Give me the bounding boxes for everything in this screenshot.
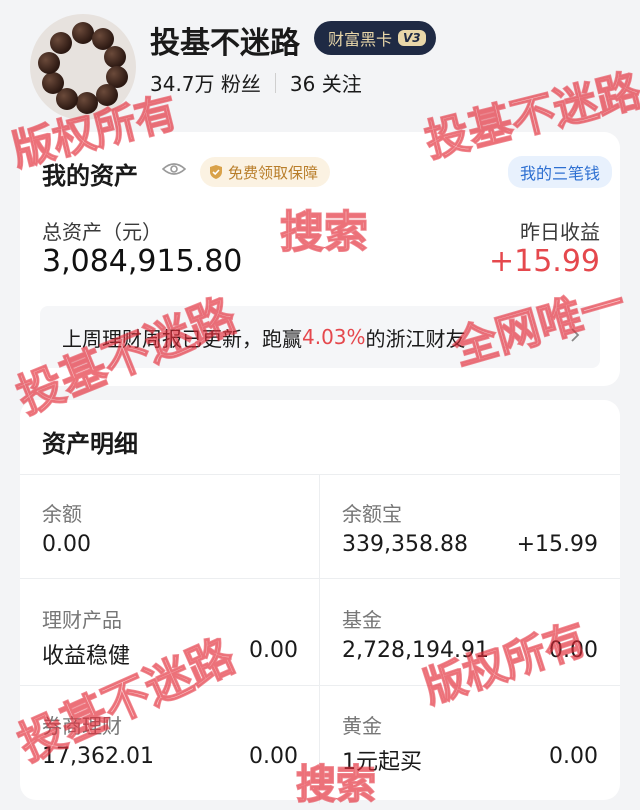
asset-item-label: 理财产品 [42,608,122,632]
my-assets-card: 我的资产 免费领取保障 我的三笔钱 总资产（元） 3,084,915.80 昨日… [20,132,620,386]
asset-item-value: 339,358.88 [342,532,468,557]
asset-item-income: 0.00 [549,744,598,769]
my-assets-title: 我的资产 [42,162,138,190]
asset-item-income: +15.99 [516,532,598,557]
shield-check-icon [210,165,222,179]
asset-item-value: 17,362.01 [42,744,154,769]
asset-item-income: 0.00 [549,638,598,663]
asset-item-value: 收益稳健 [42,644,131,669]
following-count[interactable]: 36 关注 [290,68,362,97]
report-prefix: 上周理财周报已更新，跑赢 [62,326,302,351]
vip-badge[interactable]: 财富黑卡 V3 [314,21,436,55]
asset-item-value: 1元起买 [342,750,422,775]
asset-detail-card: 资产明细 余额 0.00 余额宝 339,358.88 +15.99 理财产品 … [20,400,620,804]
free-guarantee-label: 免费领取保障 [228,163,319,182]
asset-detail-title: 资产明细 [42,430,138,458]
report-percent: 4.03% [302,325,366,349]
asset-item-income: 0.00 [249,638,298,663]
divider [20,474,620,475]
asset-item-label: 黄金 [342,714,382,738]
divider [319,474,320,804]
asset-item-label: 基金 [342,608,382,632]
my-three-pens-button[interactable]: 我的三笔钱 [507,156,612,188]
asset-item-value: 2,728,194.91 [342,638,489,663]
eye-icon[interactable] [162,162,186,176]
asset-item-label: 余额 [42,502,82,526]
total-assets-label: 总资产（元） [42,220,162,244]
asset-item-label: 余额宝 [342,502,402,526]
vip-level-tag: V3 [398,30,426,46]
asset-item-value: 0.00 [42,532,91,557]
avatar[interactable] [30,14,136,120]
report-suffix: 的浙江财友 [365,326,466,351]
yesterday-income-value: +15.99 [488,244,600,279]
vip-badge-label: 财富黑卡 [328,30,393,49]
divider [20,685,620,686]
total-assets-value: 3,084,915.80 [42,244,243,279]
followers-count[interactable]: 34.7万 粉丝 [150,68,261,97]
divider [20,578,620,579]
asset-item-label: 券商理财 [42,714,122,738]
chevron-right-icon [571,328,580,342]
profile-nickname: 投基不迷路 [150,26,300,61]
weekly-report-banner[interactable]: 上周理财周报已更新，跑赢 4.03% 的浙江财友 [40,306,600,368]
divider [274,72,276,93]
free-guarantee-button[interactable]: 免费领取保障 [200,157,331,187]
yesterday-income-label: 昨日收益 [520,220,600,244]
asset-item-income: 0.00 [249,744,298,769]
profile-stats: 34.7万 粉丝 36 关注 [150,68,362,97]
